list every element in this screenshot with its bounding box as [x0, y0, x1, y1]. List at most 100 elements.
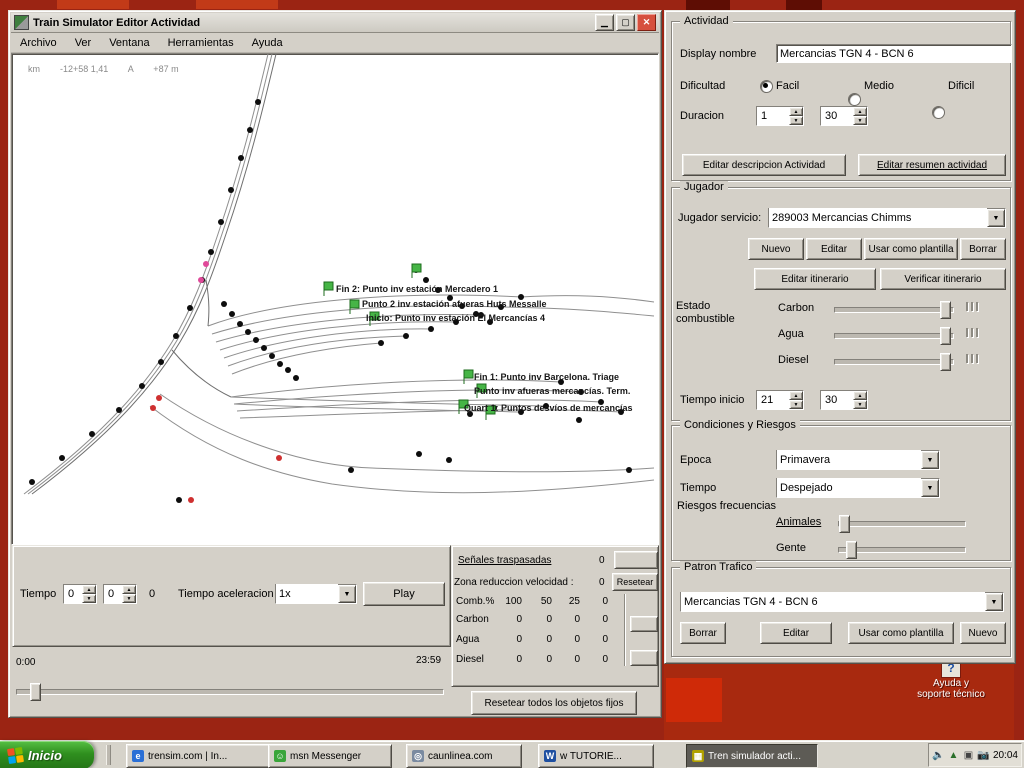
duracion-hours-spinner[interactable]: 1 ▲▼ — [756, 106, 804, 126]
chevron-down-icon[interactable]: ▼ — [921, 451, 939, 469]
edit-descripcion-button[interactable]: Editar descripcion Actividad — [682, 154, 846, 176]
tiempo-hours-spinner[interactable]: 0 ▲▼ — [63, 584, 97, 604]
agua-slider-thumb[interactable] — [940, 327, 951, 345]
volume-icon[interactable]: 🔈 — [932, 748, 945, 762]
title-bar[interactable]: Train Simulator Editor Actividad ▁ ▢ ✕ — [11, 13, 659, 33]
reset-fuel-button[interactable] — [630, 650, 658, 666]
fuel-cell: 0 — [556, 654, 580, 665]
spin-up-icon[interactable]: ▲ — [853, 391, 867, 400]
menu-herramientas[interactable]: Herramientas — [159, 35, 243, 51]
patron-nuevo-button[interactable]: Nuevo — [960, 622, 1006, 644]
chevron-down-icon[interactable]: ▼ — [987, 209, 1005, 227]
agua-slider-track[interactable] — [834, 333, 954, 339]
tiempo-hours-value: 0 — [64, 585, 82, 603]
carbon-slider-thumb[interactable] — [940, 301, 951, 319]
spin-down-icon[interactable]: ▼ — [82, 594, 96, 603]
patron-editar-button[interactable]: Editar — [760, 622, 832, 644]
gente-slider-thumb[interactable] — [846, 541, 857, 559]
radio-medio-label: Medio — [864, 80, 894, 92]
desktop: ? Ayuda y soporte técnico Train Simulato… — [0, 0, 1024, 768]
tiempo-label: Tiempo — [20, 588, 56, 600]
diesel-slider-thumb[interactable] — [940, 353, 951, 371]
jugador-legend: Jugador — [680, 181, 728, 193]
network-icon[interactable]: ▣ — [962, 748, 975, 762]
menu-ventana[interactable]: Ventana — [100, 35, 158, 51]
timeline-slider-thumb[interactable] — [30, 683, 41, 701]
jugador-servicio-combobox[interactable]: 289003 Mercancias Chimms ▼ — [768, 208, 1006, 228]
spin-up-icon[interactable]: ▲ — [789, 391, 803, 400]
jugador-servicio-label: Jugador servicio: — [678, 212, 761, 224]
taskbar-task[interactable]: W w TUTORIE... — [538, 744, 654, 768]
carbon-slider-track[interactable] — [834, 307, 954, 313]
display-nombre-field[interactable]: Mercancias TGN 4 - BCN 6 — [776, 44, 1012, 63]
display-nombre-label: Display nombre — [680, 48, 756, 60]
patron-plantilla-button[interactable]: Usar como plantilla — [848, 622, 954, 644]
camera-icon[interactable]: 📷 — [977, 748, 990, 762]
reset-senales-button[interactable] — [614, 551, 658, 569]
animales-slider-track[interactable] — [838, 521, 966, 527]
inicio-hours-value: 21 — [757, 391, 789, 409]
radio-medio[interactable] — [848, 93, 861, 106]
tiempo-clima-combobox[interactable]: Despejado ▼ — [776, 478, 940, 498]
reset-zona-button[interactable]: Resetear — [612, 573, 658, 591]
menu-ayuda[interactable]: Ayuda — [243, 35, 292, 51]
task-label: caunlinea.com — [428, 751, 492, 762]
taskbar-task[interactable]: ◎ caunlinea.com — [406, 744, 522, 768]
tiempo-clima-label: Tiempo — [680, 482, 716, 494]
minimize-button[interactable]: ▁ — [595, 14, 614, 31]
start-button[interactable]: Inicio — [0, 741, 94, 768]
help-support-shortcut[interactable]: ? Ayuda y soporte técnico — [888, 660, 1014, 718]
taskbar-task[interactable]: e trensim.com | In... — [126, 744, 272, 768]
reset-all-button[interactable]: Resetear todos los objetos fijos — [471, 691, 637, 715]
radio-facil[interactable] — [760, 80, 773, 93]
patron-borrar-button[interactable]: Borrar — [680, 622, 726, 644]
edit-resumen-button[interactable]: Editar resumen actividad — [858, 154, 1006, 176]
diesel-slider-track[interactable] — [834, 359, 954, 365]
inicio-hours-spinner[interactable]: 21 ▲▼ — [756, 390, 804, 410]
fuel-cell: 0 — [584, 614, 608, 625]
close-button[interactable]: ✕ — [637, 14, 656, 31]
spin-up-icon[interactable]: ▲ — [82, 585, 96, 594]
taskbar-task-active[interactable]: ▦ Tren simulador acti... — [686, 744, 818, 768]
accel-combobox[interactable]: 1x ▼ — [275, 584, 357, 604]
chevron-down-icon[interactable]: ▼ — [338, 585, 356, 603]
spin-down-icon[interactable]: ▼ — [789, 400, 803, 409]
servicio-nuevo-button[interactable]: Nuevo — [748, 238, 804, 260]
animales-slider-thumb[interactable] — [839, 515, 850, 533]
spin-down-icon[interactable]: ▼ — [853, 116, 867, 125]
spin-up-icon[interactable]: ▲ — [853, 107, 867, 116]
maximize-button[interactable]: ▢ — [616, 14, 635, 31]
servicio-plantilla-button[interactable]: Usar como plantilla — [864, 238, 958, 260]
chevron-down-icon[interactable]: ▼ — [921, 479, 939, 497]
spin-down-icon[interactable]: ▼ — [122, 594, 136, 603]
inicio-minutes-spinner[interactable]: 30 ▲▼ — [820, 390, 868, 410]
spin-down-icon[interactable]: ▼ — [853, 400, 867, 409]
editar-itinerario-button[interactable]: Editar itinerario — [754, 268, 876, 290]
duracion-minutes-spinner[interactable]: 30 ▲▼ — [820, 106, 868, 126]
shield-icon[interactable]: ▲ — [947, 748, 960, 762]
tiempo-minutes-spinner[interactable]: 0 ▲▼ — [103, 584, 137, 604]
carbon-slider-ticks — [966, 302, 978, 311]
spin-down-icon[interactable]: ▼ — [789, 116, 803, 125]
menu-archivo[interactable]: Archivo — [11, 35, 66, 51]
servicio-borrar-button[interactable]: Borrar — [960, 238, 1006, 260]
route-map-view[interactable]: km -12+58 1,41 A +87 m — [11, 53, 659, 545]
timeline-slider-track[interactable] — [16, 689, 444, 695]
verificar-itinerario-button[interactable]: Verificar itinerario — [880, 268, 1006, 290]
servicio-editar-button[interactable]: Editar — [806, 238, 862, 260]
condiciones-legend: Condiciones y Riesgos — [680, 419, 800, 431]
chevron-down-icon[interactable]: ▼ — [985, 593, 1003, 611]
fuel-col: 50 — [528, 596, 552, 607]
radio-dificil[interactable] — [932, 106, 945, 119]
spin-up-icon[interactable]: ▲ — [122, 585, 136, 594]
taskbar-task[interactable]: ☺ msn Messenger — [268, 744, 392, 768]
epoca-combobox[interactable]: Primavera ▼ — [776, 450, 940, 470]
menu-ver[interactable]: Ver — [66, 35, 101, 51]
patron-trafico-combobox[interactable]: Mercancias TGN 4 - BCN 6 ▼ — [680, 592, 1004, 612]
reset-fuel-button[interactable] — [630, 616, 658, 632]
spin-up-icon[interactable]: ▲ — [789, 107, 803, 116]
quicklaunch-divider[interactable] — [106, 745, 111, 765]
epoca-label: Epoca — [680, 454, 711, 466]
gente-slider-track[interactable] — [838, 547, 966, 553]
play-button[interactable]: Play — [363, 582, 445, 606]
